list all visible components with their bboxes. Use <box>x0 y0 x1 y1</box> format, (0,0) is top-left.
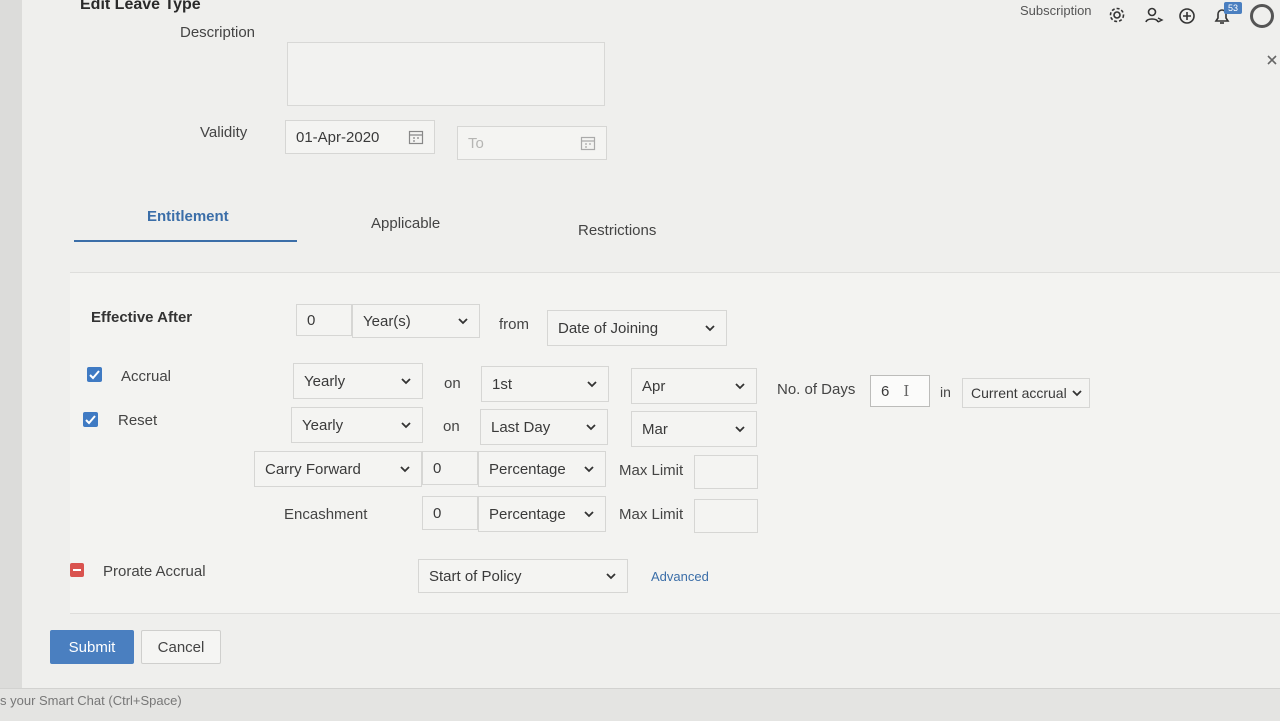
validity-to-input[interactable]: To <box>457 126 607 160</box>
chevron-down-icon <box>587 381 597 388</box>
tab-restrictions[interactable]: Restrictions <box>578 222 656 239</box>
subscription-link[interactable]: Subscription <box>1020 3 1092 18</box>
check-icon <box>89 370 100 380</box>
accrual-day: 1st <box>492 375 513 393</box>
calendar-icon[interactable] <box>408 129 424 145</box>
encashment-type-select[interactable]: Percentage <box>478 496 606 532</box>
user-switch-icon[interactable] <box>1144 6 1164 24</box>
reset-on-label: on <box>443 418 460 435</box>
chevron-down-icon <box>584 511 594 518</box>
chevron-down-icon <box>400 466 410 473</box>
validity-from-input[interactable]: 01-Apr-2020 <box>285 120 435 154</box>
tab-applicable[interactable]: Applicable <box>371 215 440 232</box>
from-select[interactable]: Date of Joining <box>547 310 727 346</box>
accrual-month: Apr <box>642 377 666 395</box>
validity-to-placeholder: To <box>468 134 484 152</box>
notification-badge: 53 <box>1224 2 1242 14</box>
no-of-days-label: No. of Days <box>777 381 856 398</box>
advanced-link[interactable]: Advanced <box>651 569 709 584</box>
close-icon[interactable] <box>1266 54 1278 66</box>
reset-checkbox[interactable] <box>83 412 98 427</box>
accrual-day-select[interactable]: 1st <box>481 366 609 402</box>
in-value: Current accrual <box>971 385 1067 401</box>
accrual-frequency-select[interactable]: Yearly <box>293 363 423 399</box>
carry-forward-value: 0 <box>433 459 442 477</box>
no-of-days-input[interactable]: 6 I <box>870 375 930 407</box>
in-select[interactable]: Current accrual <box>962 378 1090 408</box>
reset-day: Last Day <box>491 418 551 436</box>
gear-icon[interactable] <box>1108 6 1126 24</box>
encashment-value: 0 <box>433 504 442 522</box>
prorate-accrual-toggle[interactable] <box>70 563 84 577</box>
carry-forward-type: Percentage <box>489 460 566 478</box>
add-circle-icon[interactable] <box>1178 7 1196 25</box>
encashment-value-input[interactable]: 0 <box>422 496 478 530</box>
avatar[interactable] <box>1250 4 1274 28</box>
reset-month: Mar <box>642 420 668 438</box>
minus-icon <box>73 569 81 571</box>
reset-month-select[interactable]: Mar <box>631 411 757 447</box>
text-cursor-icon: I <box>903 382 910 400</box>
effective-after-value: 0 <box>307 311 316 329</box>
effective-after-unit-select[interactable]: Year(s) <box>352 304 480 338</box>
encashment-max-limit-label: Max Limit <box>619 506 684 523</box>
reset-day-select[interactable]: Last Day <box>480 409 608 445</box>
accrual-frequency: Yearly <box>304 372 346 390</box>
submit-button[interactable]: Submit <box>50 630 134 664</box>
chevron-down-icon <box>1072 390 1082 397</box>
effective-after-unit: Year(s) <box>363 312 411 330</box>
encashment-max-limit-input[interactable] <box>694 499 758 533</box>
reset-frequency: Yearly <box>302 416 344 434</box>
tab-entitlement[interactable]: Entitlement <box>147 208 229 225</box>
in-label: in <box>940 384 951 400</box>
from-value: Date of Joining <box>558 319 659 337</box>
prorate-accrual-value: Start of Policy <box>429 567 522 585</box>
smart-chat-hint[interactable]: s your Smart Chat (Ctrl+Space) <box>0 693 182 708</box>
chevron-down-icon <box>606 573 616 580</box>
reset-frequency-select[interactable]: Yearly <box>291 407 423 443</box>
dialog-title: Edit Leave Type <box>80 0 201 13</box>
chevron-down-icon <box>586 424 596 431</box>
chevron-down-icon <box>401 378 411 385</box>
prorate-accrual-label: Prorate Accrual <box>103 563 206 580</box>
validity-from-value: 01-Apr-2020 <box>296 128 380 146</box>
chevron-down-icon <box>458 318 468 325</box>
accrual-checkbox[interactable] <box>87 367 102 382</box>
check-icon <box>85 415 96 425</box>
effective-after-label: Effective After <box>91 309 193 326</box>
footer-bar <box>0 688 1280 721</box>
reset-label: Reset <box>118 412 158 429</box>
no-of-days-value: 6 <box>881 382 890 400</box>
carry-forward-type-select[interactable]: Percentage <box>478 451 606 487</box>
chevron-down-icon <box>735 426 745 433</box>
chevron-down-icon <box>584 466 594 473</box>
validity-label: Validity <box>200 124 248 141</box>
encashment-type: Percentage <box>489 505 566 523</box>
accrual-on-label: on <box>444 375 461 392</box>
carry-forward-select[interactable]: Carry Forward <box>254 451 422 487</box>
effective-after-value-input[interactable]: 0 <box>296 304 352 336</box>
accrual-label: Accrual <box>121 368 172 385</box>
carry-forward-label: Carry Forward <box>265 460 361 478</box>
active-tab-underline <box>74 240 297 242</box>
accrual-month-select[interactable]: Apr <box>631 368 757 404</box>
prorate-accrual-select[interactable]: Start of Policy <box>418 559 628 593</box>
carry-forward-value-input[interactable]: 0 <box>422 451 478 485</box>
description-label: Description <box>180 24 256 41</box>
chevron-down-icon <box>705 325 715 332</box>
chevron-down-icon <box>401 422 411 429</box>
carry-forward-max-limit-label: Max Limit <box>619 462 684 479</box>
encashment-label: Encashment <box>284 506 368 523</box>
description-textarea[interactable] <box>287 42 605 106</box>
from-label: from <box>499 316 529 333</box>
calendar-icon[interactable] <box>580 135 596 151</box>
cancel-button[interactable]: Cancel <box>141 630 221 664</box>
chevron-down-icon <box>735 383 745 390</box>
carry-forward-max-limit-input[interactable] <box>694 455 758 489</box>
